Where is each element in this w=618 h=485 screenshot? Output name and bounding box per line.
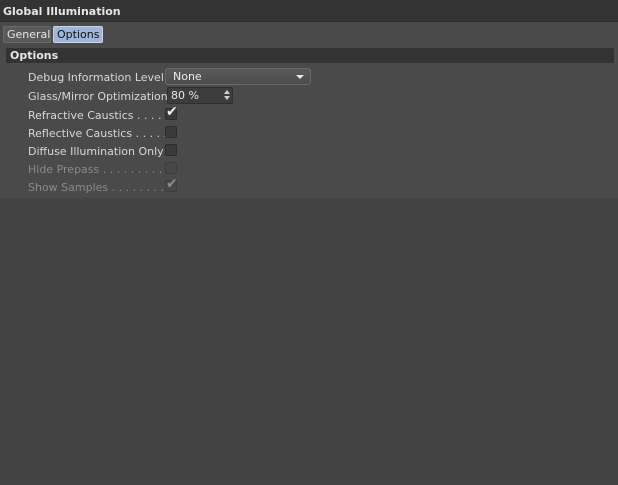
refractive-caustics-checkbox[interactable]: ✔ — [165, 104, 178, 120]
spinner-down-icon[interactable] — [224, 96, 230, 100]
chevron-down-icon — [296, 75, 304, 79]
glass-mirror-input[interactable] — [171, 89, 221, 102]
options-panel: General Options Options Debug Informatio… — [0, 22, 618, 198]
show-samples-row: Show Samples . . . . . . . . . . ✔ — [0, 176, 618, 196]
tab-options[interactable]: Options — [53, 26, 103, 43]
hide-prepass-label: Hide Prepass . . . . . . . . . . . — [28, 163, 177, 176]
debug-level-dropdown[interactable]: None — [165, 68, 311, 85]
glass-mirror-field — [167, 87, 233, 104]
options-group-header: Options — [6, 48, 614, 63]
show-samples-label: Show Samples . . . . . . . . . . — [28, 181, 179, 194]
diffuse-only-label: Diffuse Illumination Only — [28, 145, 164, 158]
glass-mirror-row: Glass/Mirror Optimization — [0, 87, 618, 105]
reflective-caustics-label: Reflective Caustics . . . . . . — [28, 127, 175, 140]
hide-prepass-checkbox — [165, 162, 177, 174]
diffuse-only-row: Diffuse Illumination Only — [0, 142, 618, 160]
checkmark-icon: ✔ — [166, 176, 178, 192]
checkmark-icon: ✔ — [166, 104, 178, 120]
window-title-bar: Global Illumination — [0, 0, 618, 22]
window-title: Global Illumination — [3, 5, 121, 18]
glass-mirror-label: Glass/Mirror Optimization — [28, 90, 168, 103]
spinner-up-icon[interactable] — [224, 90, 230, 94]
group-title: Options — [10, 49, 59, 62]
reflective-caustics-checkbox[interactable] — [165, 126, 177, 138]
debug-level-value: None — [173, 70, 202, 83]
hide-prepass-row: Hide Prepass . . . . . . . . . . . — [0, 160, 618, 178]
tab-general[interactable]: General — [3, 26, 51, 43]
diffuse-only-checkbox[interactable] — [165, 144, 177, 156]
debug-level-row: Debug Information Level None — [0, 68, 618, 86]
show-samples-checkbox: ✔ — [165, 176, 178, 192]
refractive-caustics-row: Refractive Caustics . . . . . . ✔ — [0, 104, 618, 124]
debug-level-label: Debug Information Level — [28, 71, 164, 84]
reflective-caustics-row: Reflective Caustics . . . . . . — [0, 124, 618, 142]
spinner-arrows-icon[interactable] — [224, 90, 230, 102]
refractive-caustics-label: Refractive Caustics . . . . . . — [28, 109, 176, 122]
